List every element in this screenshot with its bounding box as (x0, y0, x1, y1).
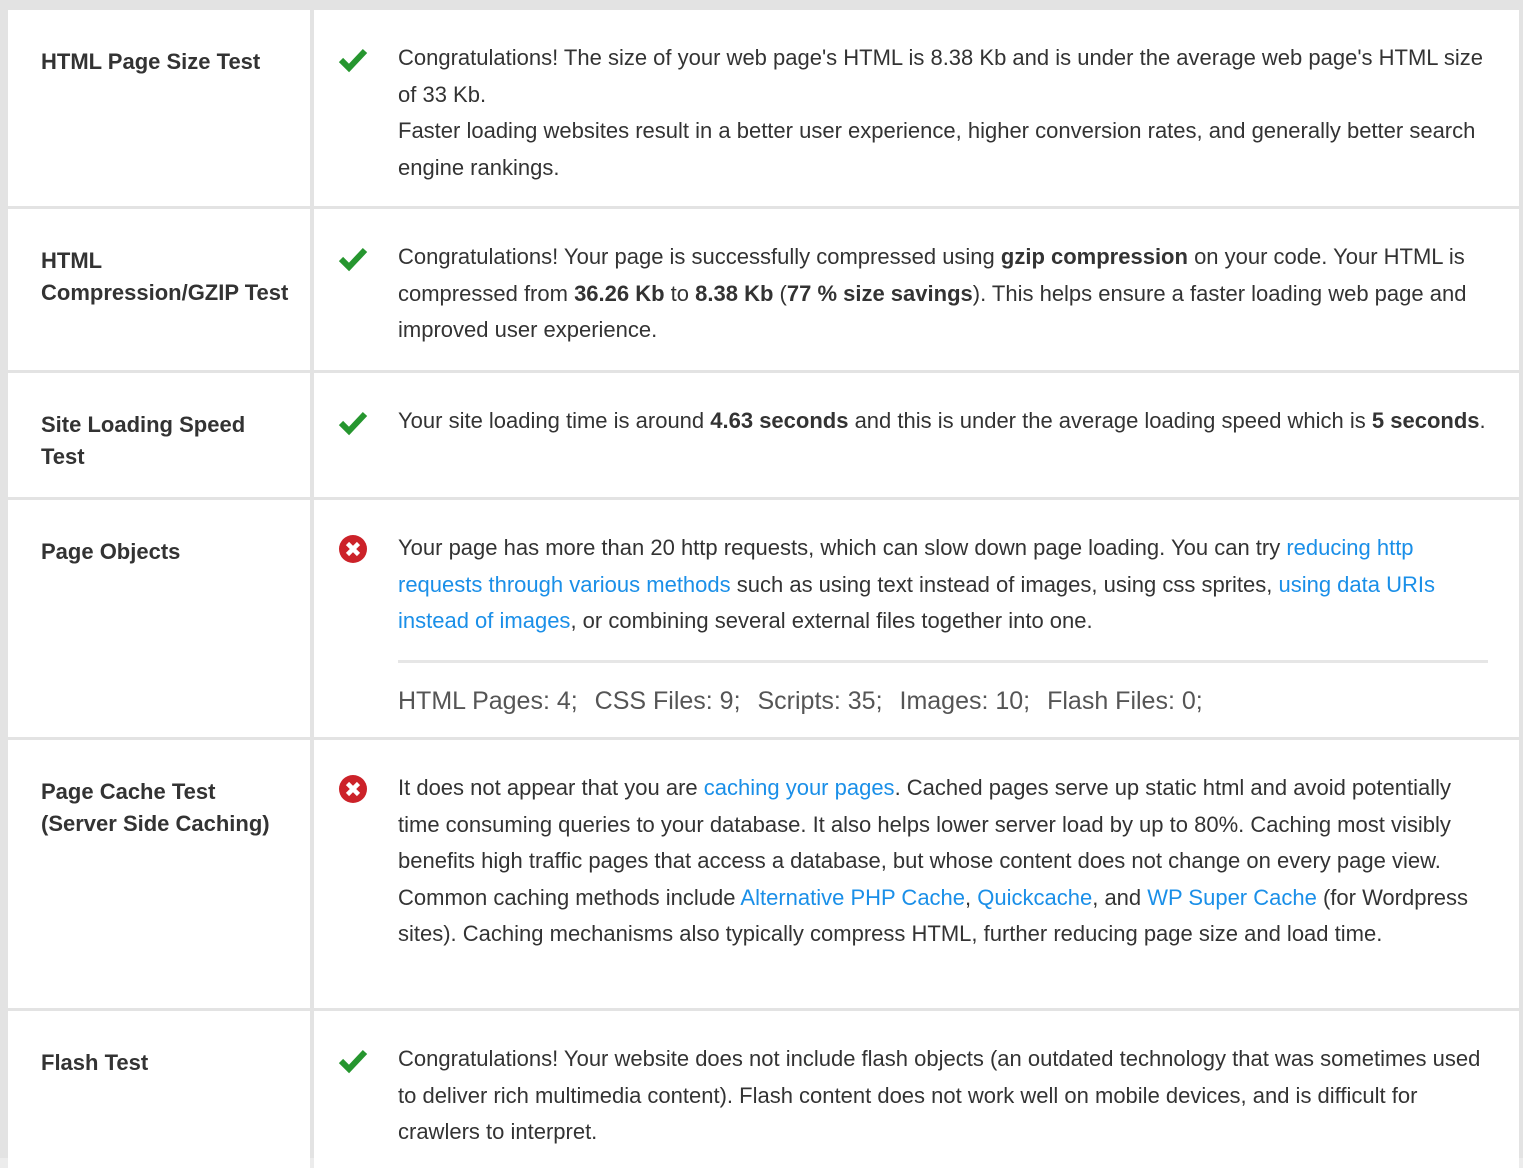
error-icon (338, 774, 368, 804)
test-result: Your site loading time is around 4.63 se… (314, 373, 1519, 497)
alternative-php-cache-link[interactable]: Alternative PHP Cache (740, 885, 965, 910)
test-result: It does not appear that you are caching … (314, 740, 1519, 1008)
result-row-gzip: HTML Compression/GZIP Test Congratulatio… (8, 209, 1519, 370)
check-icon (338, 44, 368, 74)
stat-scripts: Scripts: 35; (757, 686, 883, 715)
result-text: Congratulations! Your website does not i… (398, 1046, 1481, 1144)
test-name: HTML Page Size Test (8, 10, 310, 206)
result-text: Congratulations! The size of your web pa… (398, 45, 1483, 107)
stat-images: Images: 10; (899, 686, 1031, 715)
wp-super-cache-link[interactable]: WP Super Cache (1147, 885, 1317, 910)
test-result: Congratulations! Your website does not i… (314, 1011, 1519, 1168)
test-result: Congratulations! Your page is successful… (314, 209, 1519, 370)
check-icon (338, 1045, 368, 1075)
stat-html-pages: HTML Pages: 4; (398, 686, 578, 715)
result-row-loading-speed: Site Loading Speed Test Your site loadin… (8, 373, 1519, 497)
quickcache-link[interactable]: Quickcache (977, 885, 1092, 910)
result-text: Your site loading time is around 4.63 se… (398, 408, 1486, 433)
page-object-stats: HTML Pages: 4; CSS Files: 9; Scripts: 35… (398, 683, 1495, 719)
caching-pages-link[interactable]: caching your pages (704, 775, 895, 800)
test-result: Congratulations! The size of your web pa… (314, 10, 1519, 206)
test-name: Page Objects (8, 500, 310, 737)
test-result: Your page has more than 20 http requests… (314, 500, 1519, 737)
result-row-page-objects: Page Objects Your page has more than 20 … (8, 500, 1519, 737)
test-name: Page Cache Test (Server Side Caching) (8, 740, 310, 1008)
result-text: Your page has more than 20 http requests… (398, 535, 1435, 633)
test-name: Flash Test (8, 1011, 310, 1168)
results-frame: HTML Page Size Test Congratulations! The… (0, 0, 1523, 1168)
seo-results-table: HTML Page Size Test Congratulations! The… (8, 10, 1519, 1168)
check-icon (338, 407, 368, 437)
test-name: Site Loading Speed Test (8, 373, 310, 497)
result-row-flash: Flash Test Congratulations! Your website… (8, 1011, 1519, 1168)
check-icon (338, 243, 368, 273)
result-row-html-page-size: HTML Page Size Test Congratulations! The… (8, 10, 1519, 206)
divider (398, 659, 1488, 663)
result-row-page-cache: Page Cache Test (Server Side Caching) It… (8, 740, 1519, 1008)
stat-flash-files: Flash Files: 0; (1047, 686, 1203, 715)
stat-css-files: CSS Files: 9; (594, 686, 741, 715)
result-note: Faster loading websites result in a bett… (398, 118, 1476, 180)
test-name: HTML Compression/GZIP Test (8, 209, 310, 370)
result-text: It does not appear that you are caching … (398, 775, 1469, 946)
result-text: Congratulations! Your page is successful… (398, 244, 1467, 342)
error-icon (338, 534, 368, 564)
